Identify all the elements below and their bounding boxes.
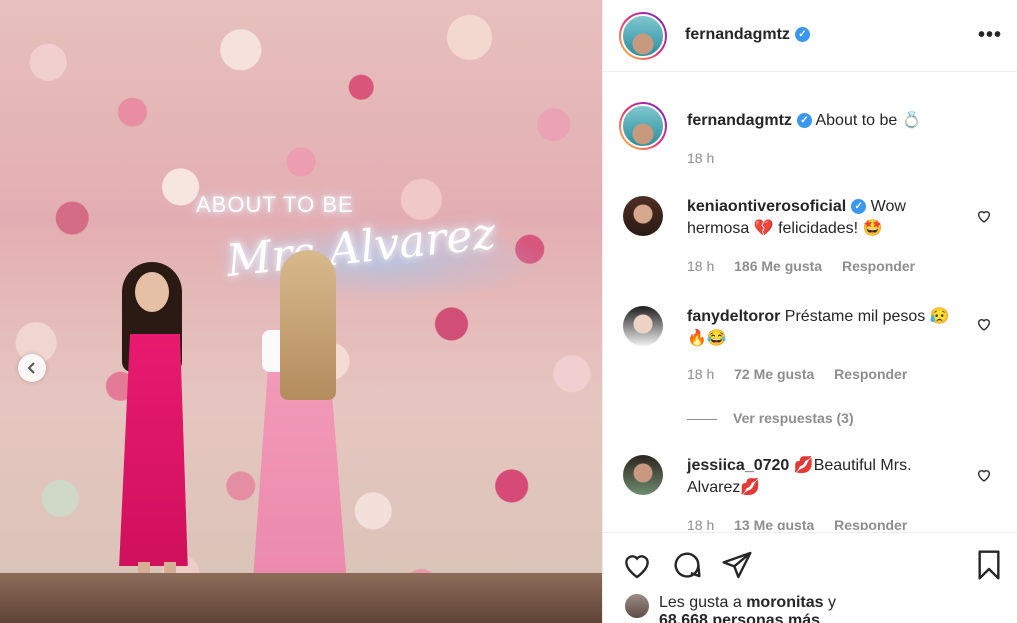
liker-avatar[interactable] <box>625 594 649 618</box>
header-username[interactable]: fernandagmtz <box>685 26 790 43</box>
comment-username[interactable]: keniaontiverosoficial <box>687 198 846 215</box>
comments-list: fernandagmtz ✓ About to be 💍 18 h keniaon… <box>603 80 1017 530</box>
comment-time[interactable]: 18 h <box>687 258 714 274</box>
comment-likes[interactable]: 13 Me gusta <box>734 517 814 530</box>
heart-icon[interactable] <box>621 549 653 581</box>
verified-badge-icon: ✓ <box>794 27 810 43</box>
heart-icon[interactable] <box>976 467 992 483</box>
avatar[interactable] <box>619 12 667 60</box>
chevron-left-icon <box>27 362 35 374</box>
post-header: fernandagmtz ✓ ••• <box>603 0 1017 72</box>
post-photo: ABOUT TO BE Mrs Alvarez <box>0 0 602 623</box>
floor <box>0 573 602 623</box>
carousel-prev-button[interactable] <box>18 354 46 382</box>
likes-others[interactable]: 68.668 personas más <box>659 612 820 623</box>
caption-time[interactable]: 18 h <box>687 150 714 166</box>
replies-divider <box>687 418 717 420</box>
person-right <box>240 250 360 623</box>
share-icon[interactable] <box>721 549 753 581</box>
commenter-avatar[interactable] <box>623 196 663 236</box>
comment-icon[interactable] <box>671 549 703 581</box>
heart-icon[interactable] <box>976 208 992 224</box>
caption-avatar[interactable] <box>619 102 667 150</box>
comment-username[interactable]: jessiica_0720 <box>687 457 789 474</box>
post-details-panel: fernandagmtz ✓ ••• fernandagmtz ✓ About to… <box>602 0 1017 623</box>
heart-icon[interactable] <box>976 316 992 332</box>
reply-button[interactable]: Responder <box>842 258 915 274</box>
likes-prefix: Les gusta a <box>659 594 742 611</box>
likes-suffix: y <box>827 594 836 611</box>
liker-username[interactable]: moronitas <box>746 594 823 611</box>
more-options-icon[interactable]: ••• <box>978 24 1002 47</box>
verified-badge-icon: ✓ <box>851 199 867 215</box>
view-replies-button[interactable]: Ver respuestas (3) <box>687 410 854 426</box>
bookmark-icon[interactable] <box>973 549 1005 581</box>
caption-text: About to be 💍 <box>815 112 922 129</box>
person-left <box>108 262 200 592</box>
neon-sign-line1: ABOUT TO BE <box>196 192 354 217</box>
commenter-avatar[interactable] <box>623 455 663 495</box>
comment-likes[interactable]: 72 Me gusta <box>734 366 814 382</box>
comment-likes[interactable]: 186 Me gusta <box>734 258 822 274</box>
reply-button[interactable]: Responder <box>834 517 907 530</box>
header-user: fernandagmtz ✓ <box>685 26 810 44</box>
caption-username[interactable]: fernandagmtz <box>687 112 792 129</box>
post-actions <box>603 532 1017 592</box>
comment-time[interactable]: 18 h <box>687 366 714 382</box>
reply-button[interactable]: Responder <box>834 366 907 382</box>
verified-badge-icon: ✓ <box>796 113 812 129</box>
comment-username[interactable]: fanydeltoror <box>687 308 780 325</box>
commenter-avatar[interactable] <box>623 306 663 346</box>
comment-time[interactable]: 18 h <box>687 517 714 530</box>
